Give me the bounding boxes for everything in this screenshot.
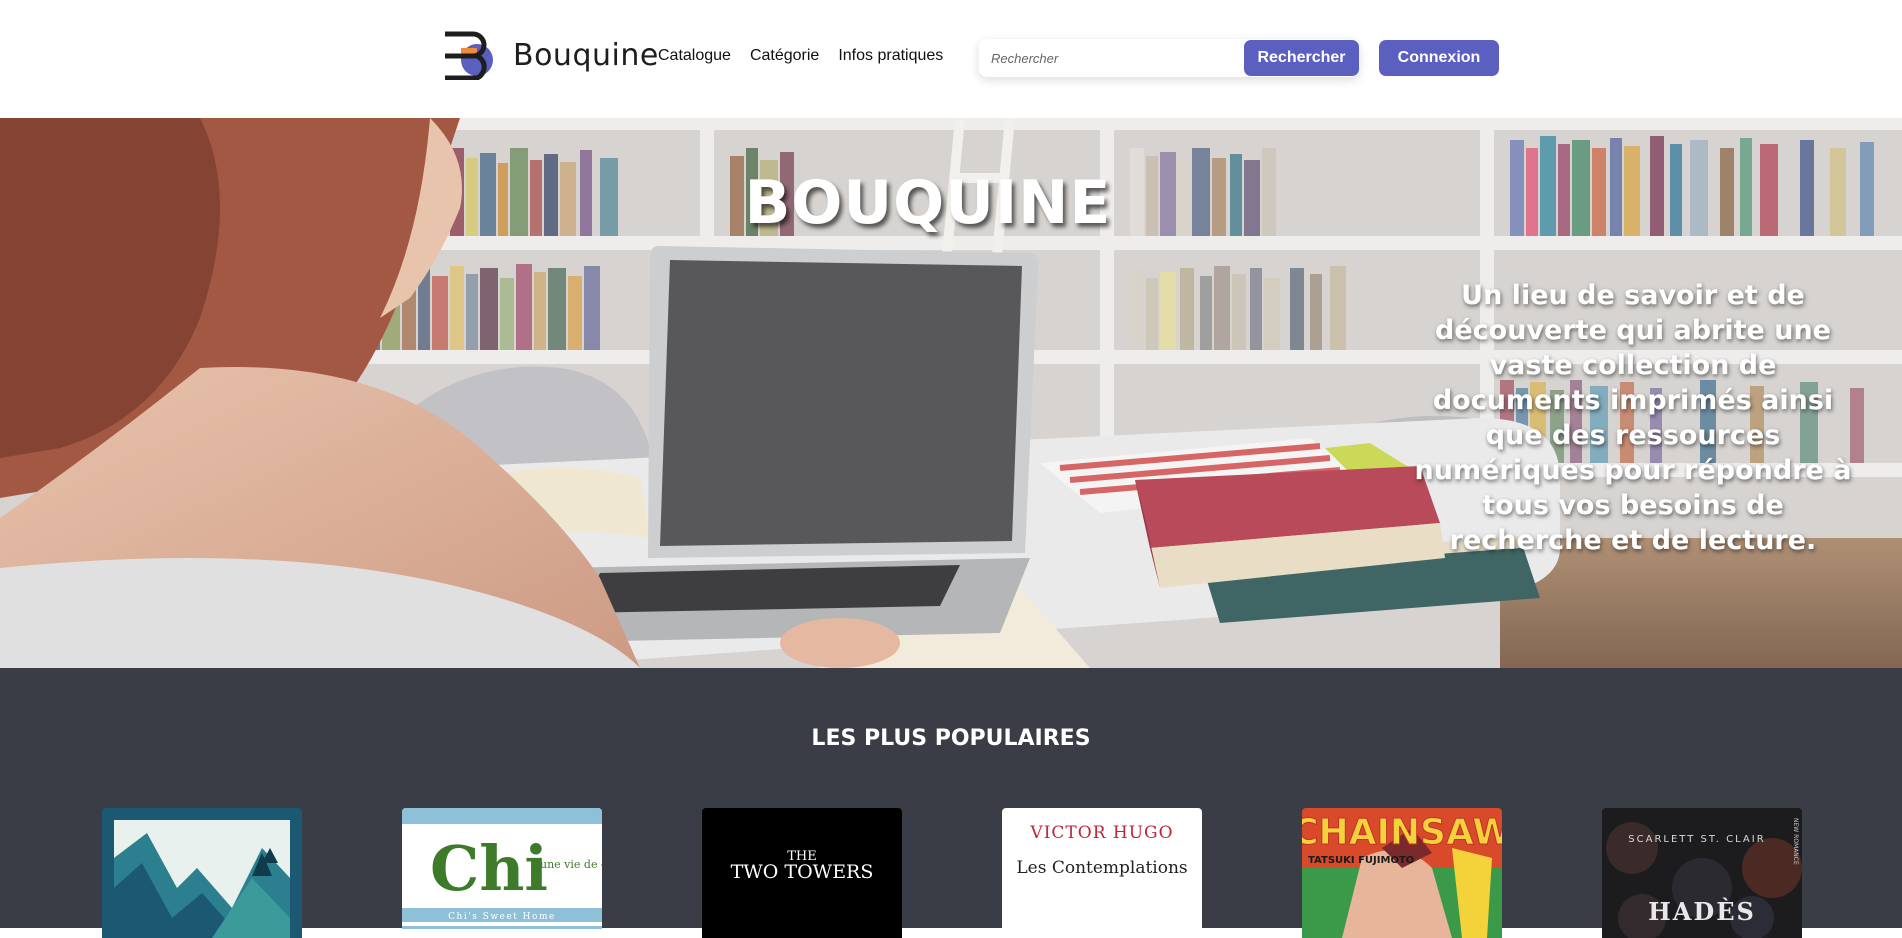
book-5-author: TATSUKI FUJIMOTO — [1308, 855, 1414, 866]
book-6-title: HADÈS — [1648, 897, 1756, 926]
book-card-3[interactable]: THE TWO TOWERS — [702, 808, 902, 938]
nav-link-infos-pratiques[interactable]: Infos pratiques — [838, 47, 943, 65]
hero-description: Un lieu de savoir et de découverte qui a… — [1414, 280, 1852, 556]
site-logo[interactable]: Bouquine — [443, 30, 659, 80]
logo-text: Bouquine — [513, 37, 659, 73]
nav-link-categorie[interactable]: Catégorie — [750, 47, 819, 65]
site-header: Bouquine Catalogue Catégorie Infos prati… — [0, 0, 1902, 118]
book-4-author: VICTOR HUGO — [1029, 823, 1173, 843]
book-card-5[interactable]: CHAINSAW TATSUKI FUJIMOTO — [1302, 808, 1502, 938]
book-4-title: Les Contemplations — [1016, 858, 1187, 878]
book-2-footer: Chi's Sweet Home — [448, 912, 556, 922]
book-cover-mountain — [102, 808, 302, 938]
search-input[interactable] — [979, 39, 1243, 77]
book-cover-chi: Chi une vie de chat Chi's Sweet Home — [402, 808, 602, 938]
book-cover-two-towers: THE TWO TOWERS — [702, 808, 902, 938]
book-6-author: SCARLETT ST. CLAIR — [1628, 834, 1765, 845]
book-card-1[interactable] — [102, 808, 302, 938]
book-cover-chainsaw: CHAINSAW TATSUKI FUJIMOTO — [1302, 808, 1502, 938]
book-5-title: CHAINSAW — [1302, 812, 1502, 853]
book-6-badge: NEW ROMANCE — [1792, 818, 1799, 865]
book-cover-hades: SCARLETT ST. CLAIR HADÈS NEW ROMANCE — [1602, 808, 1802, 938]
hero-title: BOUQUINE — [744, 168, 1112, 238]
hero-banner: BOUQUINE Un lieu de savoir et de découve… — [0, 118, 1902, 668]
book-cover-contemplations: VICTOR HUGO Les Contemplations — [1002, 808, 1202, 938]
popular-title: LES PLUS POPULAIRES — [811, 726, 1091, 751]
login-button[interactable]: Connexion — [1379, 40, 1499, 76]
popular-section: LES PLUS POPULAIRES Chi une vie de chat … — [0, 668, 1902, 938]
book-card-4[interactable]: VICTOR HUGO Les Contemplations — [1002, 808, 1202, 938]
book-2-subtitle: une vie de chat — [540, 858, 602, 871]
search-button[interactable]: Rechercher — [1244, 40, 1359, 76]
book-card-2[interactable]: Chi une vie de chat Chi's Sweet Home — [402, 808, 602, 938]
main-nav: Catalogue Catégorie Infos pratiques — [658, 47, 943, 65]
nav-link-catalogue[interactable]: Catalogue — [658, 47, 731, 65]
logo-mark-icon — [445, 31, 493, 80]
book-card-6[interactable]: SCARLETT ST. CLAIR HADÈS NEW ROMANCE — [1602, 808, 1802, 938]
book-3-title: TWO TOWERS — [731, 861, 874, 883]
book-2-title: Chi — [430, 832, 548, 905]
